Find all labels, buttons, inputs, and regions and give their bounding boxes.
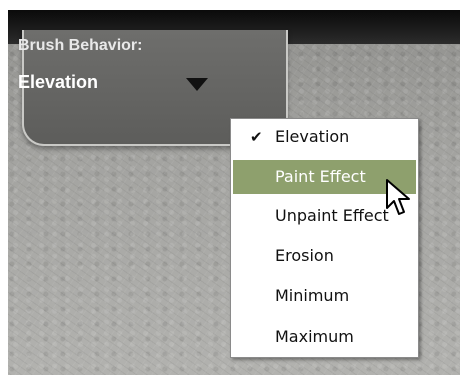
menu-item-erosion[interactable]: Erosion xyxy=(233,239,416,273)
mouse-pointer-icon xyxy=(386,179,410,215)
left-border xyxy=(0,0,8,375)
menu-item-label: Erosion xyxy=(275,246,334,265)
menu-item-label: Paint Effect xyxy=(275,167,366,186)
menu-item-label: Unpaint Effect xyxy=(275,206,389,225)
menu-item-label: Maximum xyxy=(275,327,354,346)
menu-item-elevation[interactable]: ✔ Elevation xyxy=(233,120,416,154)
menu-item-maximum[interactable]: Maximum xyxy=(233,320,416,354)
menu-item-minimum[interactable]: Minimum xyxy=(233,279,416,313)
check-icon: ✔ xyxy=(250,128,263,146)
brush-behavior-menu: ✔ Elevation Paint Effect Unpaint Effect … xyxy=(230,118,419,358)
dropdown-arrow-icon[interactable] xyxy=(186,78,208,91)
brush-behavior-label: Brush Behavior: xyxy=(18,37,143,54)
menu-item-label: Minimum xyxy=(275,286,350,305)
menu-item-label: Elevation xyxy=(275,127,350,146)
brush-behavior-select[interactable]: Elevation xyxy=(18,72,98,93)
top-border xyxy=(0,0,460,10)
